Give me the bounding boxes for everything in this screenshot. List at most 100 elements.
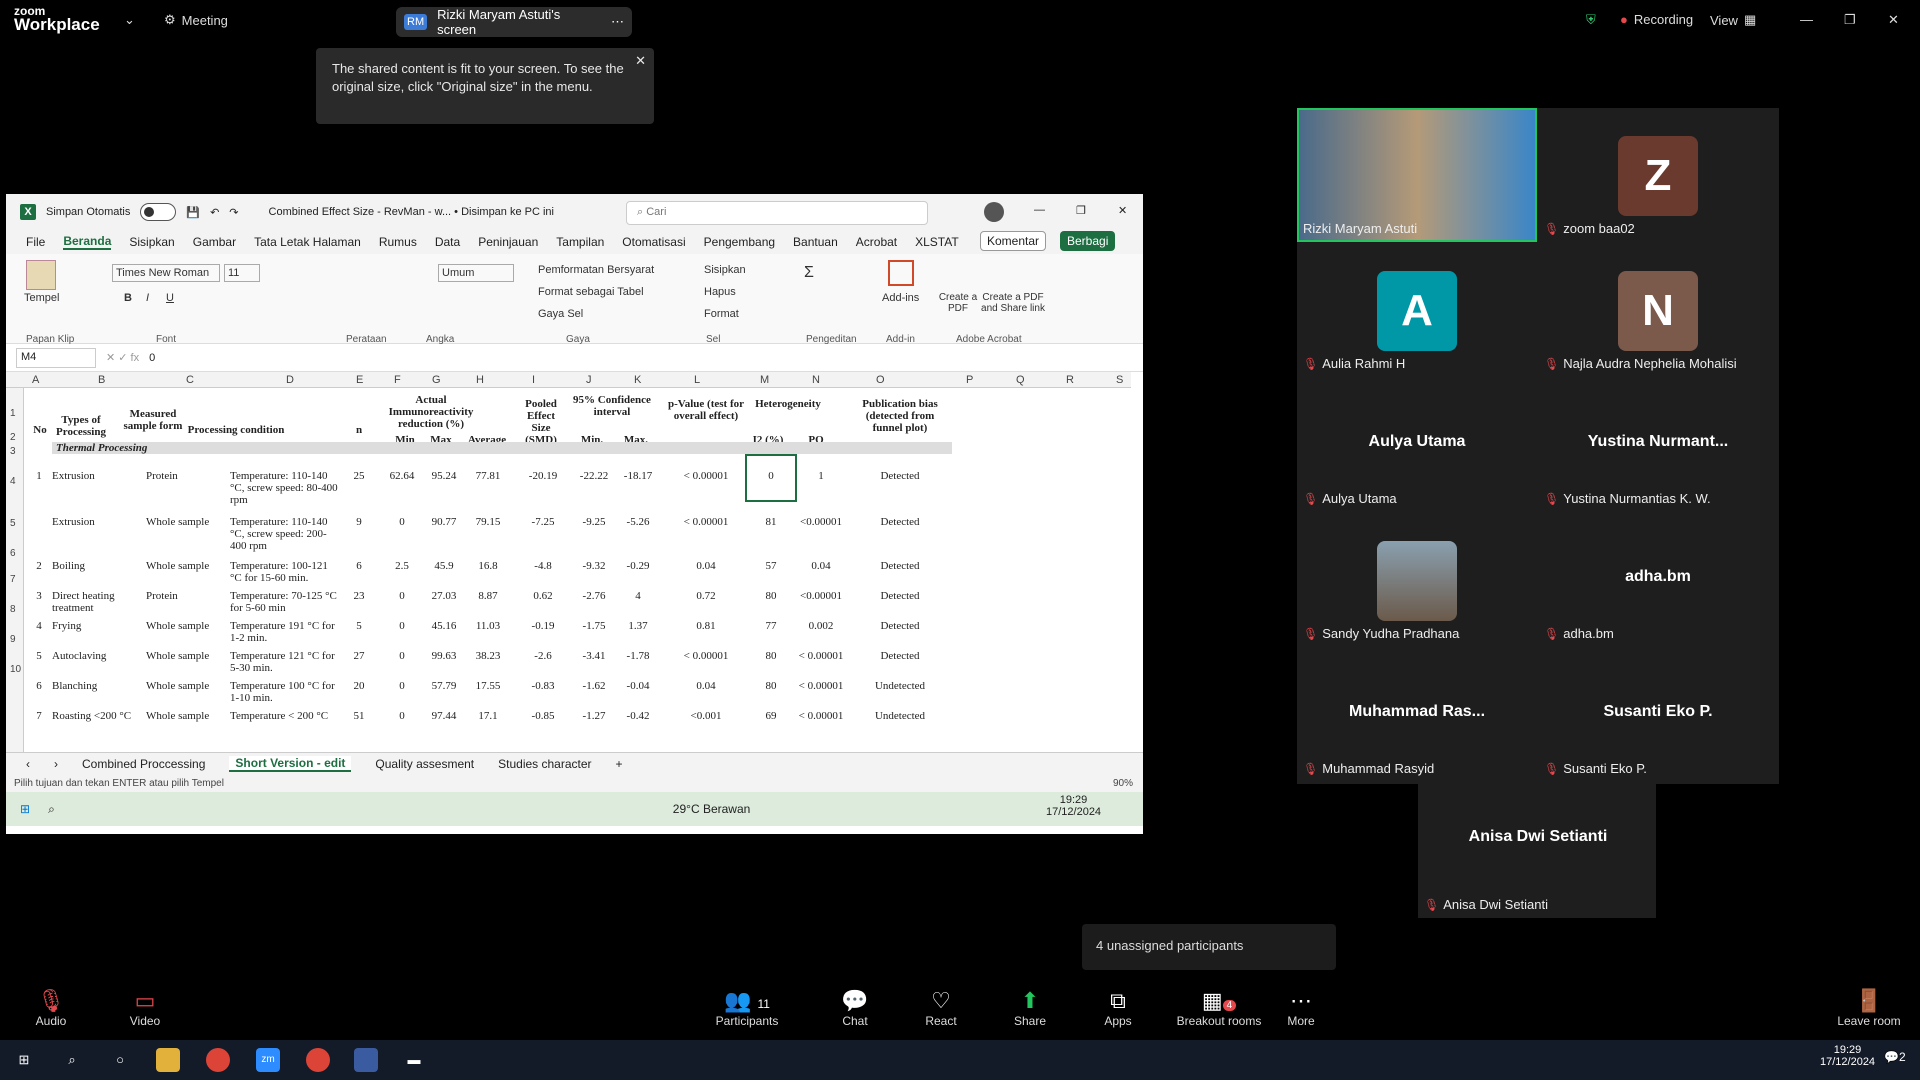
zoom-app-icon[interactable]: zm	[256, 1048, 280, 1072]
row-header-4[interactable]: 4	[10, 476, 16, 487]
cell-form[interactable]: Whole sample	[146, 620, 226, 632]
cell-i2[interactable]: 80	[748, 650, 794, 662]
cell-smd[interactable]: -0.85	[518, 710, 568, 722]
cell-i2[interactable]: 80	[748, 590, 794, 602]
windows-icon[interactable]: ⊞	[20, 802, 30, 816]
cell-lo[interactable]: -3.41	[572, 650, 616, 662]
column-header-R[interactable]: R	[1066, 374, 1074, 386]
sheet-tab[interactable]: Studies character	[498, 757, 591, 771]
cell-pq[interactable]: 0.002	[798, 620, 844, 632]
cell-type[interactable]: Boiling	[52, 560, 142, 572]
apps-button[interactable]: ⧉ Apps	[1073, 988, 1163, 1028]
cell-avg[interactable]: 17.55	[466, 680, 510, 692]
conditional-format-button[interactable]: Pemformatan Bersyarat	[538, 264, 654, 276]
column-header-J[interactable]: J	[586, 374, 592, 386]
column-header-B[interactable]: B	[98, 374, 105, 386]
menu-tampilan[interactable]: Tampilan	[556, 235, 604, 249]
cell-avg[interactable]: 16.8	[466, 560, 510, 572]
cell-n[interactable]: 51	[352, 710, 366, 722]
unassigned-participants-notice[interactable]: 4 unassigned participants	[1082, 924, 1336, 970]
participant-tile[interactable]: 🎙 Sandy Yudha Pradhana	[1297, 513, 1537, 647]
audio-button[interactable]: 🎙 Audio	[6, 988, 96, 1028]
menu-data[interactable]: Data	[435, 235, 460, 249]
name-box[interactable]: M4	[16, 347, 96, 368]
cell-cond[interactable]: Temperature < 200 °C	[230, 710, 340, 722]
cell-form[interactable]: Whole sample	[146, 560, 226, 572]
search-input[interactable]: ⌕ Cari	[626, 201, 928, 225]
row-header-7[interactable]: 7	[10, 574, 16, 585]
cell-pub[interactable]: Detected	[852, 470, 948, 482]
weather-widget[interactable]: 29°C Berawan	[673, 802, 751, 816]
fx-icon[interactable]: ✕ ✓ fx	[106, 351, 139, 364]
cell-pq[interactable]: 0.04	[798, 560, 844, 572]
format-table-button[interactable]: Format sebagai Tabel	[538, 286, 644, 298]
cell-cond[interactable]: Temperature 100 °C for 1-10 min.	[230, 680, 340, 704]
cell-max[interactable]: 57.79	[424, 680, 464, 692]
chrome-icon[interactable]	[306, 1048, 330, 1072]
more-options-icon[interactable]: ⋯	[611, 14, 624, 30]
cell-no[interactable]: 2	[32, 560, 46, 572]
row-header-6[interactable]: 6	[10, 548, 16, 559]
sheet-tab[interactable]: Combined Proccessing	[82, 757, 205, 771]
add-ins-button[interactable]: Add-ins	[882, 292, 919, 304]
menu-peninjauan[interactable]: Peninjauan	[478, 235, 538, 249]
cell-avg[interactable]: 11.03	[466, 620, 510, 632]
menu-file[interactable]: File	[26, 235, 45, 249]
cell-pub[interactable]: Detected	[852, 560, 948, 572]
cell-pub[interactable]: Detected	[852, 516, 948, 528]
delete-cells-button[interactable]: Hapus	[704, 286, 736, 298]
participant-tile[interactable]: adha.bm 🎙 adha.bm	[1538, 513, 1778, 647]
cell-max[interactable]: 90.77	[424, 516, 464, 528]
cell-pub[interactable]: Undetected	[852, 710, 948, 722]
cell-avg[interactable]: 17.1	[466, 710, 510, 722]
cell-cond[interactable]: Temperature: 70-125 °C for 5-60 min	[230, 590, 340, 614]
menu-beranda[interactable]: Beranda	[63, 234, 112, 250]
cell-p[interactable]: < 0.00001	[664, 650, 748, 662]
restore-icon[interactable]: ❐	[1844, 12, 1856, 28]
redo-icon[interactable]: ↷	[229, 206, 238, 219]
app-icon[interactable]: ▬	[402, 1048, 426, 1072]
cell-cond[interactable]: Temperature: 110-140 °C, screw speed: 20…	[230, 516, 340, 552]
insert-cells-button[interactable]: Sisipkan	[704, 264, 746, 276]
cell-p[interactable]: < 0.00001	[664, 470, 748, 482]
cell-pq[interactable]: <0.00001	[798, 516, 844, 528]
participant-tile[interactable]: A 🎙 Aulia Rahmi H	[1297, 243, 1537, 377]
cell-i2[interactable]: 80	[748, 680, 794, 692]
cell-pq[interactable]: 1	[798, 470, 844, 482]
underline-button[interactable]: U	[166, 292, 174, 304]
cell-no[interactable]: 5	[32, 650, 46, 662]
participant-tile[interactable]: Z 🎙 zoom baa02	[1538, 108, 1778, 242]
cell-smd[interactable]: -0.19	[518, 620, 568, 632]
react-button[interactable]: ♡ React	[896, 988, 986, 1028]
cell-n[interactable]: 9	[352, 516, 366, 528]
view-button[interactable]: View ▦	[1710, 12, 1756, 28]
windows-icon[interactable]: ⊞	[12, 1048, 36, 1072]
cell-cond[interactable]: Temperature: 100-121 °C for 15-60 min.	[230, 560, 340, 584]
cell-p[interactable]: 0.04	[664, 680, 748, 692]
search-icon[interactable]: ⌕	[60, 1048, 84, 1072]
cell-no[interactable]: 1	[32, 470, 46, 482]
more-button[interactable]: ⋯ More	[1256, 988, 1346, 1028]
comments-button[interactable]: Komentar	[980, 231, 1047, 251]
share-button[interactable]: Berbagi	[1060, 231, 1116, 251]
sheet-tab[interactable]: Quality assesment	[375, 757, 474, 771]
cell-n[interactable]: 23	[352, 590, 366, 602]
close-icon[interactable]: ✕	[635, 52, 646, 70]
column-header-E[interactable]: E	[356, 374, 363, 386]
cell-cond[interactable]: Temperature 121 °C for 5-30 min.	[230, 650, 340, 674]
sum-icon[interactable]: Σ	[804, 264, 814, 282]
cell-hi[interactable]: 4	[616, 590, 660, 602]
cell-no[interactable]: 6	[32, 680, 46, 692]
row-header-2[interactable]: 2	[10, 432, 16, 443]
column-header-G[interactable]: G	[432, 374, 441, 386]
menu-tata-letak-halaman[interactable]: Tata Letak Halaman	[254, 235, 361, 249]
cell-type[interactable]: Blanching	[52, 680, 142, 692]
column-header-F[interactable]: F	[394, 374, 401, 386]
cell-lo[interactable]: -1.27	[572, 710, 616, 722]
cell-n[interactable]: 6	[352, 560, 366, 572]
row-header-10[interactable]: 10	[10, 664, 21, 675]
add-ins-icon[interactable]	[888, 260, 914, 286]
search-icon[interactable]: ⌕	[48, 802, 55, 817]
cell-n[interactable]: 20	[352, 680, 366, 692]
column-header-A[interactable]: A	[32, 374, 39, 386]
